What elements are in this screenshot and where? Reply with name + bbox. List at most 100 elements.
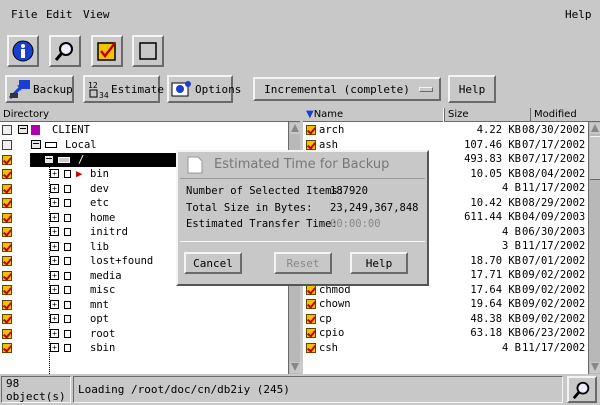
items-value: 187920	[330, 185, 368, 197]
menu-edit[interactable]: Edit	[46, 8, 73, 21]
file-size: 63.18 KB	[470, 327, 521, 339]
file-size: 4 B	[502, 341, 521, 354]
root-checkbox[interactable]	[2, 154, 12, 165]
dir-checkbox[interactable]	[2, 183, 12, 194]
tree-label-dir: media	[90, 269, 122, 282]
scroll-down-icon[interactable]	[290, 362, 300, 373]
info-button[interactable]	[7, 35, 39, 67]
file-modified: 09/02/2002	[522, 269, 586, 281]
collapse-icon[interactable]	[31, 140, 41, 149]
cancel-button[interactable]: Cancel	[184, 252, 242, 274]
expand-icon[interactable]: +	[50, 227, 59, 236]
tree-row-client[interactable]: CLIENT	[0, 123, 288, 138]
file-checkbox[interactable]	[306, 284, 316, 295]
sort-icon: ▼	[306, 109, 314, 120]
expand-icon[interactable]: +	[50, 256, 59, 265]
estimate-icon: 12 34	[87, 78, 109, 100]
scroll-thumb[interactable]	[590, 136, 600, 180]
file-row[interactable]: arch 4.22 KB 08/30/2002	[303, 123, 588, 138]
expand-icon[interactable]: +	[50, 328, 59, 338]
folder-icon	[64, 257, 71, 265]
menu-file[interactable]: File	[11, 8, 38, 21]
tree-row-dir[interactable]: + sbin	[0, 341, 288, 356]
estimate-button[interactable]: 12 34 Estimate	[83, 75, 164, 103]
client-checkbox[interactable]	[2, 125, 12, 135]
file-row[interactable]: cpio 63.18 KB 06/23/2002	[303, 326, 588, 341]
expand-icon[interactable]: +	[50, 198, 59, 207]
scroll-down-icon[interactable]	[590, 362, 600, 373]
dir-checkbox[interactable]	[2, 241, 12, 252]
estimate-label: Estimate	[111, 82, 164, 96]
time-label: Estimated Transfer Time:	[186, 218, 338, 230]
file-checkbox[interactable]	[306, 342, 316, 353]
column-size-header[interactable]: Size	[444, 108, 530, 122]
expand-icon[interactable]: +	[50, 169, 59, 178]
reset-button[interactable]: Reset	[274, 252, 332, 274]
tree-label-dir: home	[90, 211, 116, 224]
check-icon	[97, 42, 116, 61]
dir-checkbox[interactable]	[2, 328, 12, 339]
expand-icon[interactable]: +	[50, 212, 59, 222]
expand-icon[interactable]: +	[50, 285, 59, 294]
document-icon	[187, 156, 203, 174]
file-row[interactable]: cp 48.38 KB 09/02/2002	[303, 312, 588, 327]
tree-label-dir: mnt	[90, 298, 109, 311]
tree-row-dir[interactable]: + mnt	[0, 298, 288, 313]
file-modified: 06/23/2002	[522, 327, 586, 339]
file-size: 48.38 KB	[470, 312, 521, 325]
menu-help[interactable]: Help	[565, 8, 592, 21]
folder-icon	[64, 170, 71, 178]
dir-checkbox[interactable]	[2, 198, 12, 208]
file-checkbox[interactable]	[306, 125, 316, 135]
options-button[interactable]: Options	[167, 75, 241, 103]
local-checkbox[interactable]	[2, 140, 12, 150]
find-button[interactable]	[49, 35, 81, 67]
scroll-up-icon[interactable]	[290, 123, 300, 134]
help-button[interactable]: Help	[448, 75, 496, 103]
dir-checkbox[interactable]	[2, 169, 12, 179]
expand-icon[interactable]: +	[50, 314, 59, 323]
menu-view[interactable]: View	[83, 8, 110, 21]
dir-checkbox[interactable]	[2, 270, 12, 281]
collapse-icon[interactable]	[44, 154, 54, 164]
button-divider	[180, 241, 425, 242]
file-row[interactable]: chown 19.64 KB 09/02/2002	[303, 297, 588, 312]
dir-checkbox[interactable]	[2, 299, 12, 310]
status-search-button[interactable]	[567, 376, 597, 403]
dir-checkbox[interactable]	[2, 256, 12, 266]
scroll-up-icon[interactable]	[590, 123, 600, 134]
dialog-help-button[interactable]: Help	[350, 252, 408, 274]
tree-row-dir[interactable]: + root	[0, 327, 288, 342]
column-modified-header[interactable]: Modified	[530, 108, 600, 122]
dir-checkbox[interactable]	[2, 314, 12, 324]
backup-button[interactable]: Backup	[5, 75, 74, 103]
expand-icon[interactable]: +	[50, 241, 59, 251]
file-checkbox[interactable]	[306, 328, 316, 338]
column-name-label: Name	[313, 109, 344, 120]
file-modified: 08/29/2002	[522, 196, 586, 209]
collapse-icon[interactable]	[18, 125, 28, 134]
file-checkbox[interactable]	[306, 299, 316, 309]
dir-checkbox[interactable]	[2, 343, 12, 353]
expand-icon[interactable]: +	[50, 343, 59, 352]
expand-icon[interactable]: +	[50, 183, 59, 193]
dir-checkbox[interactable]	[2, 285, 12, 295]
column-name-header[interactable]: ▼Name	[303, 108, 443, 122]
file-scrollbar[interactable]	[588, 122, 600, 374]
file-size: 10.42 KB	[470, 196, 521, 209]
file-modified: 08/04/2002	[522, 167, 586, 180]
dir-checkbox[interactable]	[2, 227, 12, 237]
file-size: 4 B	[502, 225, 521, 238]
info-icon	[12, 40, 34, 62]
tree-row-dir[interactable]: + opt	[0, 312, 288, 327]
expand-icon[interactable]: +	[50, 270, 59, 280]
deselect-button[interactable]	[132, 35, 164, 67]
file-checkbox[interactable]	[306, 313, 316, 324]
backup-type-dropdown[interactable]: Incremental (complete)	[253, 77, 441, 101]
select-button[interactable]	[91, 35, 123, 67]
dir-checkbox[interactable]	[2, 212, 12, 223]
file-checkbox[interactable]	[306, 139, 316, 150]
expand-icon[interactable]: +	[50, 299, 59, 309]
directory-header[interactable]: Directory	[0, 108, 300, 122]
file-row[interactable]: csh 4 B 11/17/2002	[303, 341, 588, 356]
